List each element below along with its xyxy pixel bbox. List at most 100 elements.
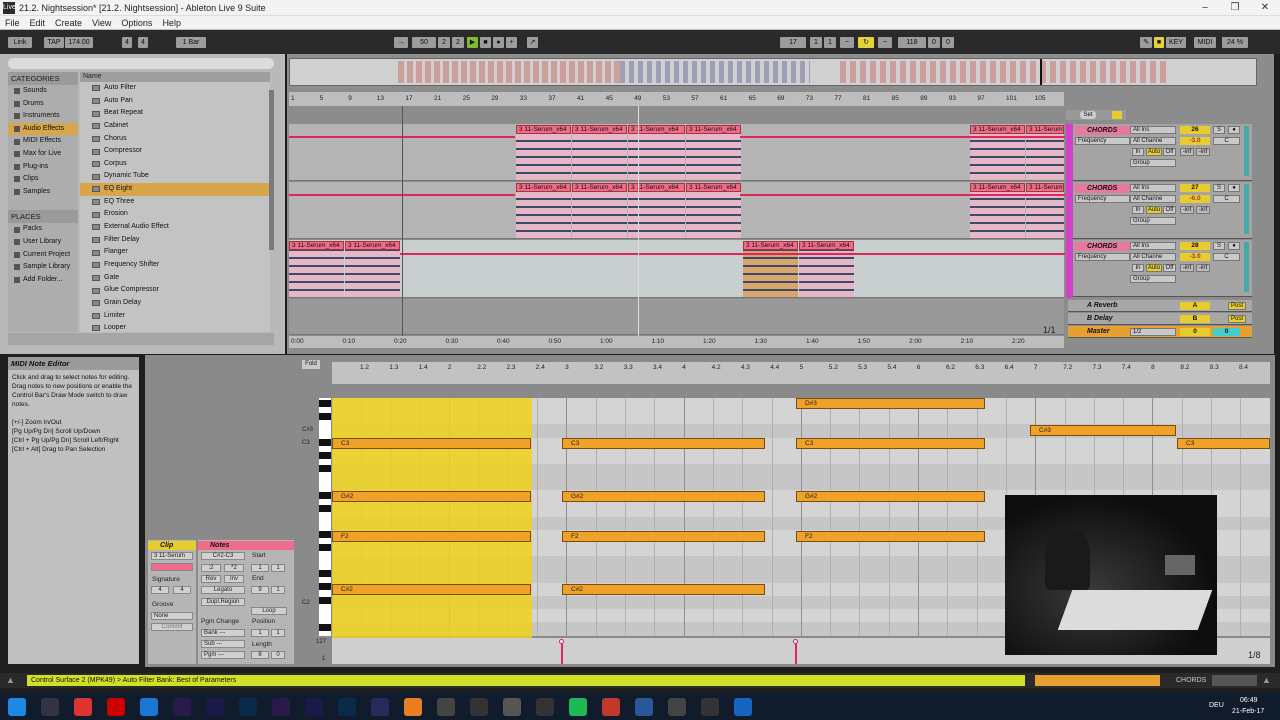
play-icon[interactable]: ▶ — [467, 37, 478, 48]
browser-item[interactable]: Frequency Shifter — [80, 259, 270, 272]
arrangement-clip-header[interactable]: 3 11-Serum_x64 — [970, 183, 1025, 192]
arrangement-clip-body[interactable] — [1026, 192, 1064, 238]
browser-item[interactable]: Gate — [80, 272, 270, 285]
arrangement-clip-header[interactable]: 3 11-Serum — [1026, 183, 1064, 192]
arrangement-clip-header[interactable]: 3 11-Serum_x64 — [628, 183, 685, 192]
taskbar-aftereffects-icon[interactable] — [305, 698, 323, 716]
clip-name-field[interactable]: 3 11-Serum — [151, 552, 193, 560]
place-packs[interactable]: Packs — [8, 223, 78, 236]
output-chooser[interactable]: Group — [1130, 159, 1176, 167]
menu-options[interactable]: Options — [116, 18, 157, 28]
clip-panel-header[interactable]: Clip — [148, 541, 196, 550]
input-type-chooser[interactable]: All Ins — [1130, 126, 1176, 134]
loop-start-bar[interactable]: 17 — [780, 37, 806, 48]
category-instruments[interactable]: Instruments — [8, 110, 78, 123]
menu-view[interactable]: View — [87, 18, 116, 28]
length-bar-field[interactable]: 8 — [251, 651, 269, 659]
start-beat-field[interactable]: 1 — [271, 564, 285, 572]
arrangement-clip-header[interactable]: 3 11-Serum_x64 — [970, 125, 1025, 134]
loop-start-sixteenth[interactable]: 1 — [824, 37, 836, 48]
midi-note[interactable]: C3 — [332, 438, 531, 449]
category-midi-effects[interactable]: MIDI Effects — [8, 135, 78, 148]
output-chooser[interactable]: Group — [1130, 217, 1176, 225]
arrangement-clip-header[interactable]: 3 11-Serum_x64 — [572, 125, 627, 134]
notes-panel-header[interactable]: Notes — [198, 541, 294, 550]
arrangement-clip-header[interactable]: 3 11-Serum_x64 — [686, 183, 741, 192]
note-editor-ruler[interactable]: 1.2 1.3 1.4 2 2.2 2.3 2.4 3 3.2 3.3 3.4 4 4.2 4.3 4.4 5… — [332, 362, 1270, 384]
close-icon[interactable]: ✕ — [1250, 0, 1280, 16]
monitor-in-button[interactable]: In — [1132, 148, 1144, 156]
taskbar-app-icon[interactable] — [668, 698, 686, 716]
bar-ruler[interactable]: 1 5 9 13 17 21 25 29 33 37 41 45 49 53 57 61 65 69 73 77 81 8… — [289, 92, 1064, 106]
arm-record-icon[interactable]: ● — [1228, 242, 1240, 250]
position-bar-field[interactable]: 1 — [251, 629, 269, 637]
automation-line[interactable] — [740, 194, 1065, 196]
tap-tempo-button[interactable]: TAP — [44, 37, 64, 48]
velocity-handle[interactable] — [559, 639, 564, 644]
master-track-name[interactable]: Master — [1075, 327, 1130, 337]
black-key[interactable] — [319, 544, 331, 551]
return-track-name[interactable]: B Delay — [1075, 314, 1130, 324]
black-key[interactable] — [319, 583, 331, 590]
browser-search-input[interactable] — [8, 58, 274, 69]
cue-out-chooser[interactable]: 1/2 — [1130, 328, 1176, 336]
midi-note[interactable]: F2 — [562, 531, 765, 542]
black-key[interactable] — [319, 505, 331, 512]
output-chooser[interactable]: Group — [1130, 275, 1176, 283]
velocity-handle[interactable] — [793, 639, 798, 644]
midi-note[interactable]: C3 — [562, 438, 765, 449]
arrangement-clip-body[interactable] — [970, 192, 1025, 238]
place-add-folder[interactable]: Add Folder... — [8, 274, 78, 287]
position-bar[interactable]: 50 — [412, 37, 436, 48]
loop-length-bar[interactable]: 118 — [898, 37, 926, 48]
black-key[interactable] — [319, 413, 331, 420]
arm-record-icon[interactable]: ● — [1228, 184, 1240, 192]
browser-item[interactable]: Compressor — [80, 145, 270, 158]
stop-icon[interactable]: ■ — [480, 37, 491, 48]
taskbar-tuner-icon[interactable] — [536, 698, 554, 716]
taskbar-language[interactable]: DEU — [1209, 702, 1224, 709]
browser-item[interactable]: Filter Delay — [80, 234, 270, 247]
taskbar-photoshop-icon[interactable] — [338, 698, 356, 716]
midi-note[interactable]: C3 — [1177, 438, 1270, 449]
pan-field[interactable]: C — [1213, 195, 1240, 203]
record-icon[interactable]: ● — [493, 37, 504, 48]
arrangement-clip-header[interactable]: 3 11-Serum_x64 — [799, 241, 854, 250]
black-key[interactable] — [319, 452, 331, 459]
browser-item[interactable]: Dynamic Tube — [80, 170, 270, 183]
browser-item[interactable]: EQ Eight — [80, 183, 270, 196]
position-sixteenth[interactable]: 2 — [452, 37, 464, 48]
input-channel-chooser[interactable]: All Channe — [1130, 195, 1176, 203]
loop-button[interactable]: Loop — [251, 607, 287, 615]
status-left-arrow-icon[interactable]: ▲ — [6, 675, 15, 685]
return-post-button[interactable]: Post — [1228, 315, 1246, 323]
taskbar-start-icon[interactable] — [8, 698, 26, 716]
input-channel-chooser[interactable]: All Channe — [1130, 253, 1176, 261]
reverse-button[interactable]: Rev — [201, 575, 221, 583]
groove-commit-button[interactable]: Commit — [151, 623, 193, 631]
taskbar-chrome-icon[interactable] — [74, 698, 92, 716]
taskbar-photoshop-icon[interactable] — [239, 698, 257, 716]
monitor-off-button[interactable]: Off — [1163, 264, 1176, 272]
midi-note[interactable]: F2 — [796, 531, 985, 542]
taskbar-vlc-icon[interactable] — [404, 698, 422, 716]
piano-keyboard[interactable] — [319, 398, 331, 636]
taskbar-unity-icon[interactable] — [503, 698, 521, 716]
arrangement-clip-header[interactable]: 3 11-Serum_x64 — [686, 125, 741, 134]
return-track-name[interactable]: A Reverb — [1075, 301, 1130, 311]
clip-sig-numerator[interactable]: 4 — [151, 586, 169, 594]
arrangement-clip-header[interactable]: 3 11-Serum_x64 — [628, 125, 685, 134]
send-b-field[interactable]: -inf — [1196, 206, 1210, 214]
arrangement-clip-header[interactable]: 3 11-Serum_x64 — [516, 183, 571, 192]
place-current-project[interactable]: Current Project — [8, 249, 78, 262]
draw-mode-icon[interactable]: ✎ — [1140, 37, 1152, 48]
master-cue-volume-field[interactable]: 0 — [1213, 328, 1240, 336]
browser-item[interactable]: External Audio Effect — [80, 221, 270, 234]
name-column-header[interactable]: Name — [80, 72, 270, 82]
monitor-in-button[interactable]: In — [1132, 264, 1144, 272]
arrangement-clip-body[interactable] — [628, 134, 685, 180]
volume-field[interactable]: -3.0 — [1180, 253, 1210, 261]
track-name[interactable]: CHORDS — [1075, 184, 1130, 193]
place-user-library[interactable]: User Library — [8, 236, 78, 249]
arrangement-clip-body[interactable] — [686, 192, 741, 238]
